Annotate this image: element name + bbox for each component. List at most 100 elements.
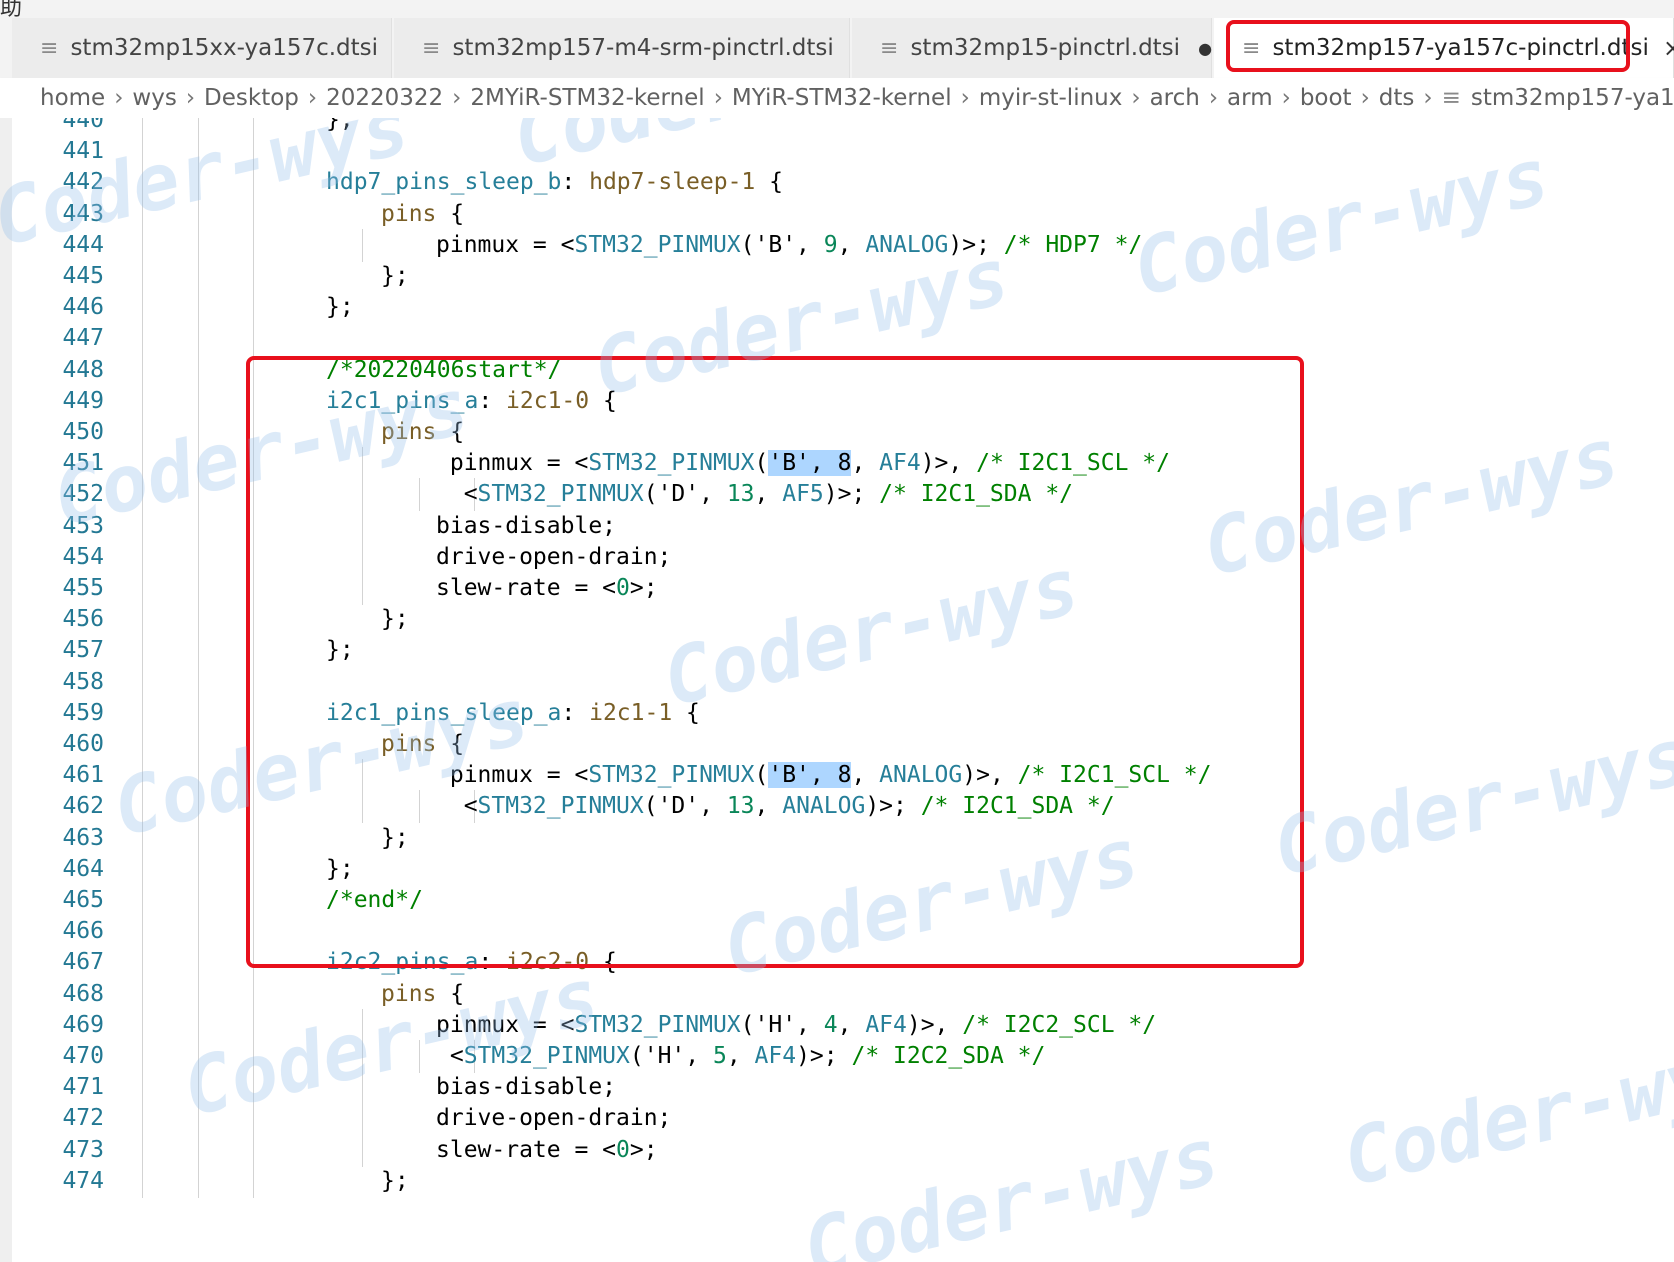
code-line[interactable]: 452 <STM32_PINMUX('D', 13, AF5)>; /* I2C… xyxy=(0,478,1674,512)
close-icon[interactable]: × xyxy=(1663,34,1674,62)
line-number: 441 xyxy=(62,138,104,165)
code-line[interactable]: 465 /*end*/ xyxy=(0,884,1674,917)
code-token: >; xyxy=(629,575,658,601)
code-token: /*end*/ xyxy=(326,887,423,913)
line-number: 469 xyxy=(62,1011,104,1038)
code-token: { xyxy=(589,387,617,414)
code-line[interactable]: 451 pinmux = <STM32_PINMUX('B', 8, AF4)>… xyxy=(0,447,1674,481)
tab-file-3[interactable]: ≡ stm32mp15-pinctrl.dtsi ● xyxy=(852,18,1212,78)
code-line[interactable]: 443 pins { xyxy=(0,197,1674,231)
code-line[interactable]: 473 slew-rate = <0>; xyxy=(0,1133,1674,1167)
code-token: , xyxy=(754,481,783,508)
breadcrumb-item[interactable]: dts xyxy=(1379,85,1415,111)
indent-guide xyxy=(362,1008,363,1042)
line-number: 444 xyxy=(62,231,104,258)
code-token: 5 xyxy=(712,1043,727,1069)
indent-guide xyxy=(253,977,254,1011)
breadcrumb-item[interactable]: 2MYiR-STM32-kernel xyxy=(470,85,704,111)
code-token: >; xyxy=(629,1136,658,1163)
code-line[interactable]: 469 pinmux = <STM32_PINMUX('H', 4, AF4)>,… xyxy=(0,1008,1674,1042)
code-line[interactable]: 468 pins { xyxy=(0,977,1674,1011)
tab-bar: 助 ≡ stm32mp15xx-ya157c.dtsi ● ≡ stm32mp1… xyxy=(0,0,1674,78)
code-line[interactable]: 460 pins { xyxy=(0,728,1674,761)
line-number: 452 xyxy=(62,481,104,508)
indent-guide xyxy=(198,665,199,699)
indent-guide xyxy=(362,447,363,481)
code-text: pinmux = <STM32_PINMUX('H', 4, AF4)>, /*… xyxy=(436,1009,1156,1042)
code-text: /*end*/ xyxy=(326,884,423,917)
line-number: 446 xyxy=(62,294,104,321)
indent-guide xyxy=(142,946,143,980)
indent-guide xyxy=(198,634,199,668)
code-line[interactable]: 470 <STM32_PINMUX('H', 5, AF4)>; /* I2C2… xyxy=(0,1040,1674,1073)
chevron-right-icon: › xyxy=(185,85,196,111)
code-line[interactable]: 442 hdp7_pins_sleep_b: hdp7-sleep-1 { xyxy=(0,166,1674,200)
indent-guide xyxy=(253,1102,254,1136)
code-token: }; xyxy=(381,263,409,289)
tab-file-1[interactable]: ≡ stm32mp15xx-ya157c.dtsi ● xyxy=(12,18,410,78)
indent-guide xyxy=(142,790,143,824)
breadcrumb-item[interactable]: myir-st-linux xyxy=(979,85,1123,111)
breadcrumb-item[interactable]: boot xyxy=(1300,85,1352,111)
indent-guide xyxy=(142,135,143,169)
breadcrumb-item[interactable]: 20220322 xyxy=(326,85,443,111)
code-line[interactable]: 459 i2c1_pins_sleep_a: i2c1-1 { xyxy=(0,696,1674,730)
code-token: STM32_PINMUX xyxy=(463,1043,630,1069)
breadcrumb-item[interactable]: wys xyxy=(132,85,176,111)
indent-guide xyxy=(362,1040,363,1073)
breadcrumb-item[interactable]: Desktop xyxy=(204,85,299,111)
indent-guide xyxy=(142,322,143,356)
code-line[interactable]: 450 pins { xyxy=(0,416,1674,449)
tab-file-2[interactable]: ≡ stm32mp157-m4-srm-pinctrl.dtsi xyxy=(394,18,850,78)
code-line[interactable]: 440}; xyxy=(0,118,1674,137)
code-token: { xyxy=(436,200,465,227)
code-line[interactable]: 463}; xyxy=(0,821,1674,855)
code-editor[interactable]: 440}; 441 442 hdp7_pins_sleep_b: hdp7-sleep… xyxy=(0,118,1674,1262)
code-line[interactable]: 453 bias-disable; xyxy=(0,509,1674,543)
code-token: 13 xyxy=(726,481,755,508)
indent-guide xyxy=(198,260,199,293)
code-token: /* I2C2_SCL */ xyxy=(962,1011,1157,1038)
tab-label: stm32mp15-pinctrl.dtsi xyxy=(910,35,1181,61)
code-line[interactable]: 461 pinmux = <STM32_PINMUX('B', 8, ANALO… xyxy=(0,759,1674,793)
code-token: STM32_PINMUX xyxy=(477,793,644,820)
code-line[interactable]: 472 drive-open-drain; xyxy=(0,1102,1674,1136)
code-line[interactable]: 447 xyxy=(0,322,1674,356)
breadcrumb-item[interactable]: arm xyxy=(1227,85,1273,111)
code-line[interactable]: 467 i2c2_pins_a: i2c2-0 { xyxy=(0,946,1674,980)
code-line[interactable]: 466 xyxy=(0,915,1674,949)
code-token: bias-disable; xyxy=(436,512,617,539)
code-line[interactable]: 474}; xyxy=(0,1164,1674,1198)
code-token: , xyxy=(754,793,783,820)
chevron-right-icon: › xyxy=(307,85,318,111)
line-number: 457 xyxy=(62,637,104,664)
indent-guide xyxy=(142,603,143,637)
code-line[interactable]: 454 drive-open-drain; xyxy=(0,540,1674,574)
code-line[interactable]: 448 /*20220406start*/ xyxy=(0,353,1674,387)
indent-guide xyxy=(142,1102,143,1136)
indent-guide xyxy=(198,572,199,605)
code-line[interactable]: 445}; xyxy=(0,260,1674,293)
code-line[interactable]: 444 pinmux = <STM32_PINMUX('B', 9, ANALOG… xyxy=(0,228,1674,262)
line-number: 464 xyxy=(62,855,104,882)
code-line[interactable]: 458 xyxy=(0,665,1674,699)
code-line[interactable]: 456}; xyxy=(0,603,1674,637)
code-line[interactable]: 446}; xyxy=(0,291,1674,325)
code-line[interactable]: 455 slew-rate = <0>; xyxy=(0,572,1674,605)
code-line[interactable]: 441 xyxy=(0,135,1674,169)
line-number: 453 xyxy=(62,512,104,539)
breadcrumb-item[interactable]: stm32mp157-ya157c-pinctrl.dtsi xyxy=(1471,85,1674,111)
code-token: drive-open-drain; xyxy=(436,543,672,570)
breadcrumb-item[interactable]: arch xyxy=(1150,85,1200,111)
unsaved-dot-icon[interactable]: ● xyxy=(1198,39,1212,58)
code-line[interactable]: 462 <STM32_PINMUX('D', 13, ANALOG)>; /* … xyxy=(0,790,1674,824)
code-line[interactable]: 471 bias-disable; xyxy=(0,1071,1674,1105)
code-token: { xyxy=(436,980,465,1007)
breadcrumb-item[interactable]: MYiR-STM32-kernel xyxy=(732,85,952,111)
breadcrumb-item[interactable]: home xyxy=(40,85,105,111)
code-text: }; xyxy=(326,853,354,886)
code-line[interactable]: 464}; xyxy=(0,852,1674,886)
code-line[interactable]: 457}; xyxy=(0,634,1674,668)
code-line[interactable]: 449 i2c1_pins_a: i2c1-0 { xyxy=(0,384,1674,418)
code-token: ANALOG xyxy=(879,762,963,789)
